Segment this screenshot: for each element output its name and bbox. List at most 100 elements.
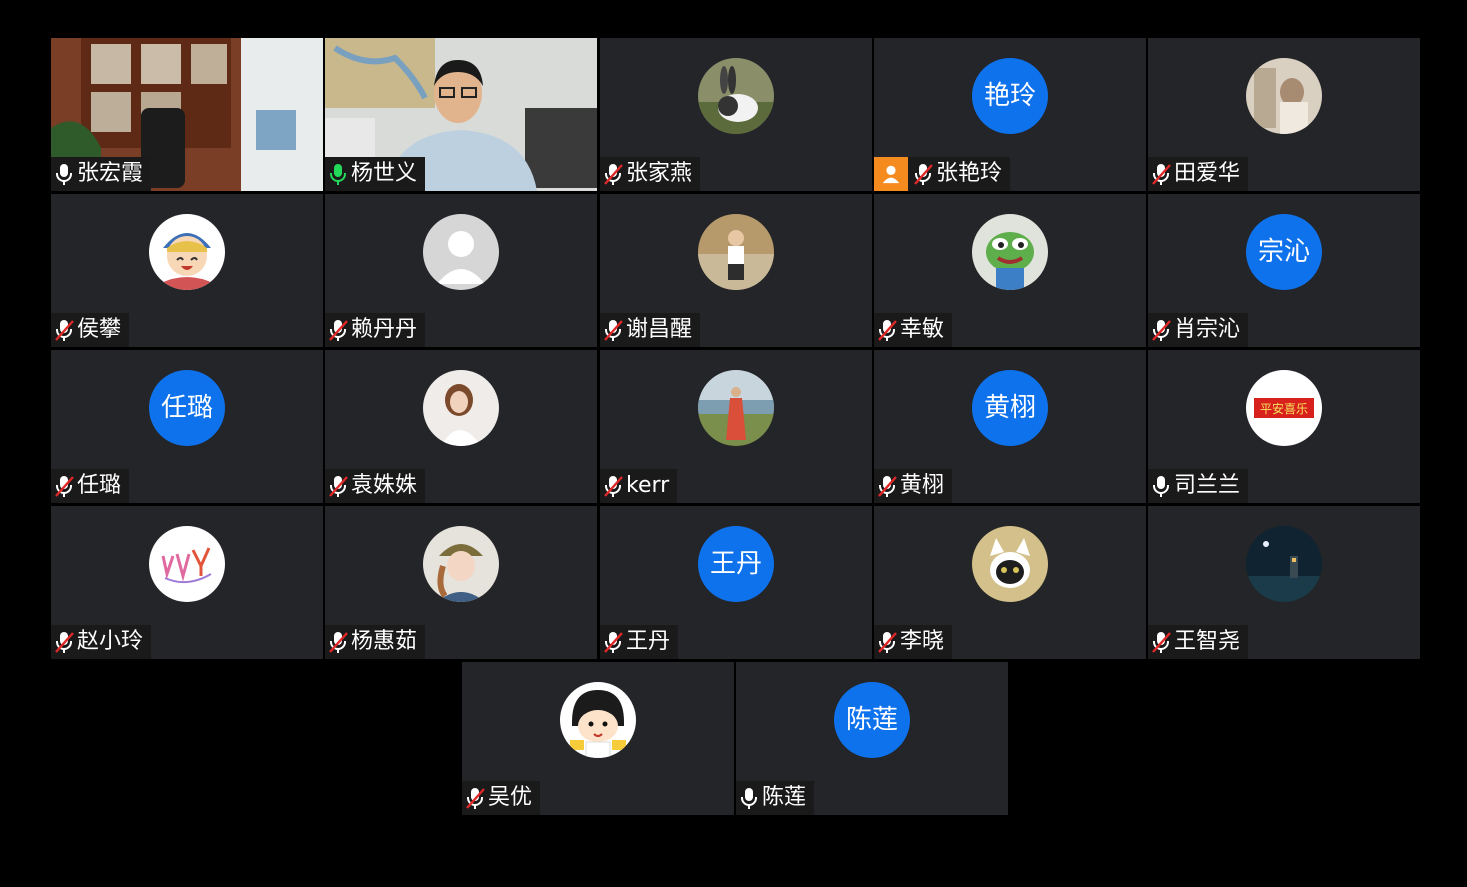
participant-nameplate: 王丹 <box>600 625 679 659</box>
avatar <box>560 682 636 758</box>
mic-icon <box>738 786 762 810</box>
participant-nameplate: 杨世义 <box>325 157 426 191</box>
participant-name: 王智尧 <box>1174 629 1241 654</box>
participant-tile[interactable]: 王智尧 <box>1148 506 1420 659</box>
participant-tile[interactable]: 宗沁肖宗沁 <box>1148 194 1420 347</box>
participant-nameplate: 张宏霞 <box>51 157 152 191</box>
mic-muted-icon <box>602 318 626 342</box>
avatar: 平安喜乐 <box>1246 370 1322 446</box>
mic-muted-icon <box>602 630 626 654</box>
participant-tile[interactable]: 谢昌醒 <box>600 194 872 347</box>
participant-nameplate: 王智尧 <box>1148 625 1249 659</box>
participant-tile[interactable]: 李晓 <box>874 506 1146 659</box>
participant-tile[interactable]: 袁姝姝 <box>325 350 597 503</box>
participant-name: 司兰兰 <box>1174 473 1241 498</box>
participant-name: 赵小玲 <box>77 629 144 654</box>
avatar <box>698 214 774 290</box>
participant-gallery: 张宏霞 杨世义 张家燕 艳玲 张艳玲 田爱华 侯攀 赖丹丹 谢昌醒 幸敏 宗沁 肖宗沁 任璐 任璐 袁姝姝 k… <box>0 0 1467 887</box>
mic-muted-icon <box>327 474 351 498</box>
participant-nameplate: 吴优 <box>462 781 541 815</box>
mic-muted-icon <box>1150 318 1174 342</box>
participant-tile[interactable]: 赵小玲 <box>51 506 323 659</box>
participant-tile[interactable]: 艳玲张艳玲 <box>874 38 1146 191</box>
participant-name: 幸敏 <box>900 317 945 342</box>
avatar-initials: 艳玲 <box>972 58 1048 134</box>
participant-nameplate: kerr <box>600 469 678 503</box>
avatar-initials: 任璐 <box>149 370 225 446</box>
svg-text:平安喜乐: 平安喜乐 <box>1260 401 1308 416</box>
participant-tile[interactable]: 赖丹丹 <box>325 194 597 347</box>
avatar <box>149 214 225 290</box>
participant-nameplate: 张家燕 <box>600 157 701 191</box>
participant-nameplate: 张艳玲 <box>874 157 1011 191</box>
mic-muted-icon <box>327 318 351 342</box>
participant-name: 张家燕 <box>626 161 693 186</box>
participant-name: 任璐 <box>77 473 122 498</box>
person-icon <box>874 157 908 191</box>
mic-muted-icon <box>1150 162 1174 186</box>
mic-muted-icon <box>464 786 488 810</box>
mic-muted-icon <box>876 474 900 498</box>
participant-name: 杨世义 <box>351 161 418 186</box>
avatar <box>698 58 774 134</box>
avatar <box>423 370 499 446</box>
mic-muted-icon <box>53 318 77 342</box>
participant-name: 肖宗沁 <box>1174 317 1241 342</box>
participant-name: 赖丹丹 <box>351 317 418 342</box>
participant-tile[interactable]: 侯攀 <box>51 194 323 347</box>
participant-tile[interactable]: 杨世义 <box>325 38 597 191</box>
participant-nameplate: 杨惠茹 <box>325 625 426 659</box>
participant-name: 陈莲 <box>762 785 807 810</box>
participant-name: 王丹 <box>626 629 671 654</box>
avatar-initials: 陈莲 <box>834 682 910 758</box>
participant-tile[interactable]: 吴优 <box>462 662 734 815</box>
mic-muted-icon <box>602 474 626 498</box>
participant-nameplate: 田爱华 <box>1148 157 1249 191</box>
mic-muted-icon <box>53 474 77 498</box>
participant-name: 吴优 <box>488 785 533 810</box>
avatar <box>423 214 499 290</box>
participant-nameplate: 谢昌醒 <box>600 313 701 347</box>
participant-tile[interactable]: 任璐 任璐 <box>51 350 323 503</box>
mic-muted-icon <box>327 630 351 654</box>
participant-tile[interactable]: 平安喜乐司兰兰 <box>1148 350 1420 503</box>
participant-name: 袁姝姝 <box>351 473 418 498</box>
mic-icon <box>53 162 77 186</box>
avatar <box>972 526 1048 602</box>
avatar <box>698 370 774 446</box>
mic-icon <box>327 162 351 186</box>
avatar <box>972 214 1048 290</box>
mic-muted-icon <box>1150 630 1174 654</box>
participant-tile[interactable]: 陈莲 陈莲 <box>736 662 1008 815</box>
participant-tile[interactable]: 田爱华 <box>1148 38 1420 191</box>
participant-name: 张宏霞 <box>77 161 144 186</box>
participant-nameplate: 陈莲 <box>736 781 815 815</box>
participant-nameplate: 肖宗沁 <box>1148 313 1249 347</box>
participant-tile[interactable]: 杨惠茹 <box>325 506 597 659</box>
mic-muted-icon <box>912 162 936 186</box>
participant-nameplate: 袁姝姝 <box>325 469 426 503</box>
participant-tile[interactable]: 黄栩 黄栩 <box>874 350 1146 503</box>
participant-name: 侯攀 <box>77 317 122 342</box>
participant-tile[interactable]: 王丹 王丹 <box>600 506 872 659</box>
avatar-initials: 宗沁 <box>1246 214 1322 290</box>
participant-name: 杨惠茹 <box>351 629 418 654</box>
participant-nameplate: 赵小玲 <box>51 625 152 659</box>
participant-name: kerr <box>626 473 670 498</box>
mic-muted-icon <box>876 630 900 654</box>
avatar <box>423 526 499 602</box>
participant-tile[interactable]: 张家燕 <box>600 38 872 191</box>
mic-muted-icon <box>53 630 77 654</box>
avatar <box>149 526 225 602</box>
participant-nameplate: 幸敏 <box>874 313 953 347</box>
participant-name: 谢昌醒 <box>626 317 693 342</box>
participant-name: 黄栩 <box>900 473 945 498</box>
participant-nameplate: 侯攀 <box>51 313 130 347</box>
participant-nameplate: 赖丹丹 <box>325 313 426 347</box>
participant-tile[interactable]: 幸敏 <box>874 194 1146 347</box>
avatar-initials: 黄栩 <box>972 370 1048 446</box>
participant-tile[interactable]: kerr <box>600 350 872 503</box>
avatar-initials: 王丹 <box>698 526 774 602</box>
participant-nameplate: 司兰兰 <box>1148 469 1249 503</box>
participant-tile[interactable]: 张宏霞 <box>51 38 323 191</box>
